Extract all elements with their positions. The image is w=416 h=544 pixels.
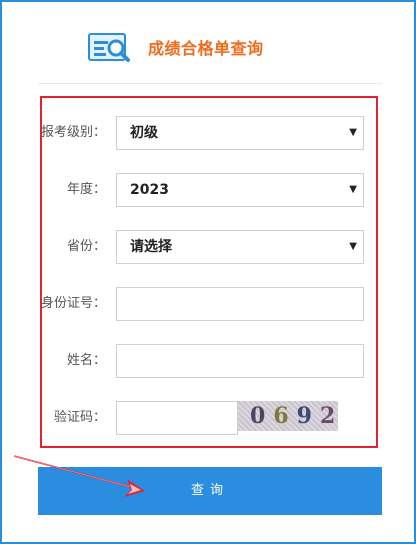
year-label: 年度： [66,182,106,197]
id-number-row: 身份证号： [40,287,376,321]
captcha-char: 9 [296,403,320,429]
captcha-label: 验证码： [53,410,106,425]
year-selected-value: 2023 [130,182,169,198]
dropdown-arrow-icon: ▼ [349,241,357,252]
name-row: 姓名： [42,344,376,378]
dropdown-arrow-icon: ▼ [349,184,357,195]
province-row: 省份： 请选择 ▼ [42,230,376,264]
query-button[interactable]: 查询 [38,467,382,515]
captcha-image[interactable]: 0692 [238,401,338,431]
name-input[interactable] [116,344,364,378]
dropdown-arrow-icon: ▼ [349,127,357,138]
captcha-row: 验证码： 0692 [42,401,376,435]
level-row: 报考级别： 初级 ▼ [40,116,376,150]
page-frame: 成绩合格单查询 报考级别： 初级 ▼ 年度： 2023 ▼ 省份： 请选择 ▼ [0,0,416,544]
province-selected-value: 请选择 [130,239,172,255]
header-divider [38,83,382,84]
search-document-icon [88,33,130,62]
year-select[interactable]: 2023 ▼ [116,173,364,207]
year-row: 年度： 2023 ▼ [42,173,376,207]
query-form: 报考级别： 初级 ▼ 年度： 2023 ▼ 省份： 请选择 ▼ 身份证号： 姓名… [40,96,378,448]
province-select[interactable]: 请选择 ▼ [116,230,364,264]
captcha-char: 6 [273,403,297,429]
level-label: 报考级别： [40,125,106,140]
header: 成绩合格单查询 [2,26,414,70]
captcha-char: 0 [250,403,274,429]
level-select[interactable]: 初级 ▼ [116,116,364,150]
captcha-char: 2 [319,403,338,429]
name-label: 姓名： [66,353,106,368]
province-label: 省份： [66,239,106,254]
id-number-input[interactable] [116,287,364,321]
page-title: 成绩合格单查询 [148,39,264,58]
id-number-label: 身份证号： [40,296,106,311]
captcha-input[interactable] [116,401,238,435]
level-selected-value: 初级 [130,125,158,141]
